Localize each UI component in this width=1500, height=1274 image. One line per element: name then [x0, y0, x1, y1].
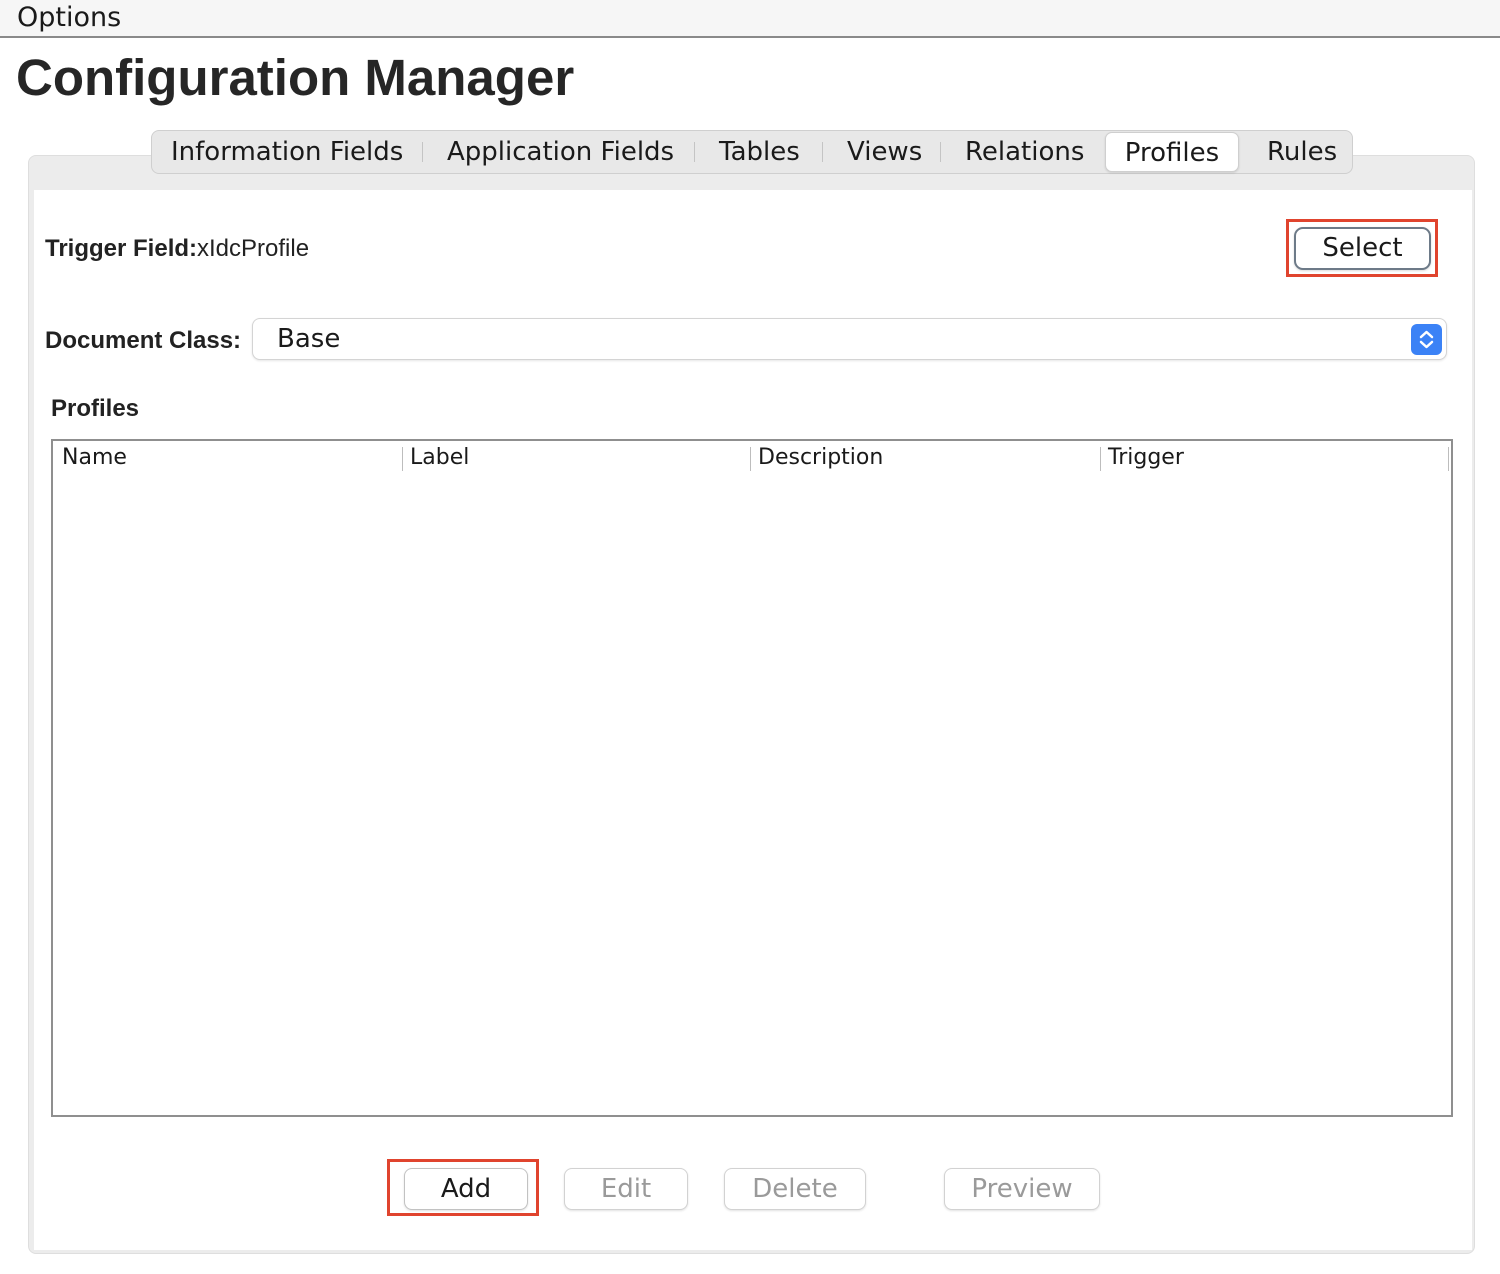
column-header-trigger[interactable]: Trigger — [1108, 441, 1184, 477]
edit-button[interactable]: Edit — [564, 1168, 688, 1210]
column-header-name[interactable]: Name — [62, 441, 127, 477]
tab-relations[interactable]: Relations — [965, 130, 1084, 174]
select-button[interactable]: Select — [1294, 227, 1431, 270]
tab-information-fields[interactable]: Information Fields — [171, 130, 403, 174]
document-class-dropdown[interactable]: Base — [252, 318, 1447, 360]
tab-tables[interactable]: Tables — [719, 130, 800, 174]
menu-bar: Options — [0, 0, 1500, 38]
column-separator — [1100, 447, 1101, 471]
tab-separator — [422, 142, 423, 162]
column-separator — [750, 447, 751, 471]
table-header: Name Label Description Trigger — [53, 441, 1451, 477]
document-class-value: Base — [277, 324, 341, 354]
tab-separator — [694, 142, 695, 162]
column-header-label[interactable]: Label — [410, 441, 469, 477]
tab-application-fields[interactable]: Application Fields — [447, 130, 674, 174]
trigger-field-row: Trigger Field:xIdcProfile — [45, 232, 309, 266]
menu-options[interactable]: Options — [17, 1, 121, 35]
column-separator — [1448, 447, 1449, 471]
trigger-field-label: Trigger Field: — [45, 235, 198, 262]
profiles-section-title: Profiles — [51, 395, 140, 422]
profiles-table[interactable]: Name Label Description Trigger — [51, 439, 1453, 1117]
add-button[interactable]: Add — [404, 1168, 528, 1210]
chevron-updown-icon — [1411, 324, 1442, 355]
tab-separator — [940, 142, 941, 162]
tab-profiles[interactable]: Profiles — [1105, 132, 1239, 172]
page-title: Configuration Manager — [16, 49, 575, 106]
preview-button[interactable]: Preview — [944, 1168, 1100, 1210]
document-class-label: Document Class: — [45, 327, 242, 354]
trigger-field-value: xIdcProfile — [197, 235, 310, 262]
tab-separator — [822, 142, 823, 162]
column-header-description[interactable]: Description — [758, 441, 883, 477]
column-separator — [402, 447, 403, 471]
tab-views[interactable]: Views — [847, 130, 922, 174]
delete-button[interactable]: Delete — [724, 1168, 866, 1210]
tab-rules[interactable]: Rules — [1267, 130, 1337, 174]
